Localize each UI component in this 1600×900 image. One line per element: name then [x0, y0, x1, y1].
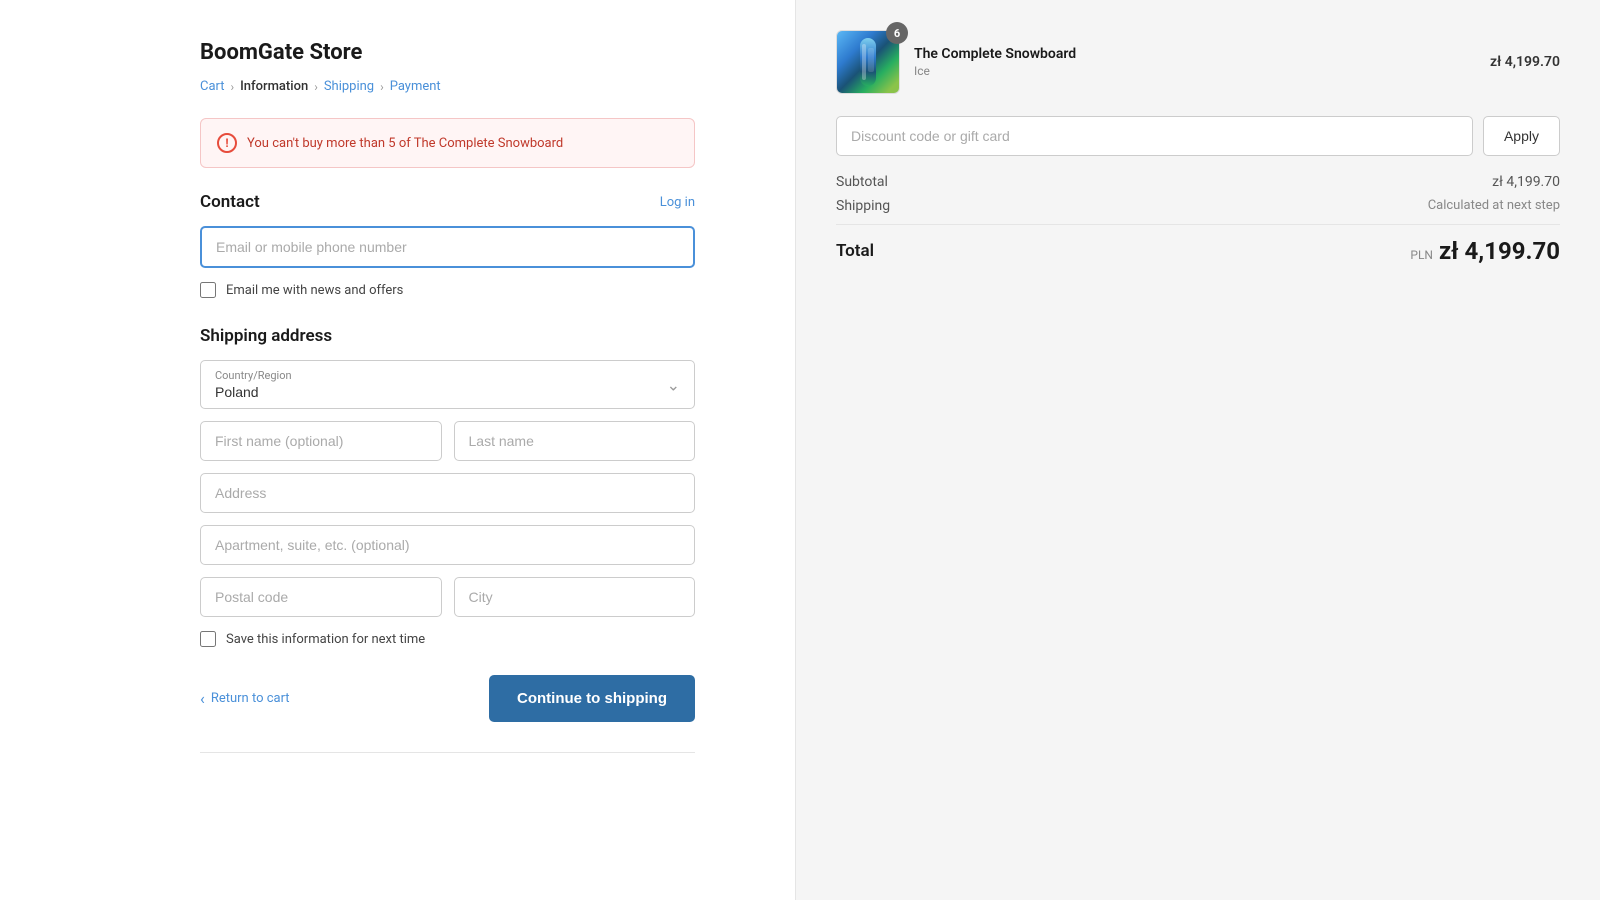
bottom-divider — [200, 752, 695, 753]
subtotal-value: zł 4,199.70 — [1492, 174, 1560, 190]
apply-button[interactable]: Apply — [1483, 116, 1560, 156]
city-field[interactable] — [454, 577, 696, 617]
action-row: ‹ Return to cart Continue to shipping — [200, 675, 695, 722]
breadcrumb-payment[interactable]: Payment — [390, 79, 441, 94]
country-label: Country/Region — [201, 361, 694, 382]
product-image-wrapper: 6 — [836, 30, 900, 94]
total-label: Total — [836, 241, 874, 261]
product-quantity-badge: 6 — [886, 22, 908, 44]
first-name-field[interactable] — [200, 421, 442, 461]
total-right: PLN zł 4,199.70 — [1410, 237, 1560, 265]
breadcrumb-information[interactable]: Information — [240, 79, 308, 94]
error-icon: ! — [217, 133, 237, 153]
email-field[interactable] — [200, 226, 695, 268]
return-label: Return to cart — [211, 691, 290, 706]
shipping-label: Shipping — [836, 198, 890, 214]
name-row — [200, 421, 695, 461]
total-line: Total PLN zł 4,199.70 — [836, 224, 1560, 265]
apartment-row — [200, 525, 695, 565]
shipping-title: Shipping address — [200, 326, 695, 346]
subtotal-label: Subtotal — [836, 174, 888, 190]
subtotal-line: Subtotal zł 4,199.70 — [836, 174, 1560, 190]
log-in-link[interactable]: Log in — [660, 195, 695, 210]
product-price: zł 4,199.70 — [1490, 54, 1560, 70]
total-amount: zł 4,199.70 — [1439, 237, 1560, 265]
breadcrumb-sep-2: › — [314, 80, 318, 94]
address-row — [200, 473, 695, 513]
last-name-field[interactable] — [454, 421, 696, 461]
product-name: The Complete Snowboard — [914, 46, 1476, 62]
newsletter-checkbox[interactable] — [200, 282, 216, 298]
breadcrumb-cart[interactable]: Cart — [200, 79, 225, 94]
right-panel: 6 The Complete Snowboard Ice zł 4,199.70… — [795, 0, 1600, 900]
save-info-row: Save this information for next time — [200, 631, 695, 647]
continue-to-shipping-button[interactable]: Continue to shipping — [489, 675, 695, 722]
chevron-left-icon: ‹ — [200, 689, 205, 708]
store-name: BoomGate Store — [200, 40, 695, 65]
breadcrumb-sep-3: › — [380, 80, 384, 94]
country-select-wrapper[interactable]: Country/Region Poland Germany France ⌄ — [200, 360, 695, 409]
breadcrumb: Cart › Information › Shipping › Payment — [200, 79, 695, 94]
total-currency: PLN — [1410, 248, 1433, 262]
left-panel: BoomGate Store Cart › Information › Ship… — [0, 0, 795, 900]
save-info-label: Save this information for next time — [226, 632, 425, 647]
discount-row: Apply — [836, 116, 1560, 156]
error-banner: ! You can't buy more than 5 of The Compl… — [200, 118, 695, 168]
shipping-value: Calculated at next step — [1428, 198, 1560, 214]
postal-city-row — [200, 577, 695, 617]
country-select[interactable]: Poland Germany France — [201, 382, 694, 408]
apartment-field[interactable] — [200, 525, 695, 565]
postal-code-field[interactable] — [200, 577, 442, 617]
contact-title: Contact — [200, 192, 260, 212]
shipping-line: Shipping Calculated at next step — [836, 198, 1560, 214]
newsletter-label: Email me with news and offers — [226, 283, 403, 298]
error-message: You can't buy more than 5 of The Complet… — [247, 136, 563, 151]
contact-header: Contact Log in — [200, 192, 695, 212]
product-info: The Complete Snowboard Ice — [914, 46, 1476, 78]
snowboard-svg — [840, 34, 896, 90]
discount-input[interactable] — [836, 116, 1473, 156]
return-to-cart-link[interactable]: ‹ Return to cart — [200, 689, 290, 708]
breadcrumb-shipping[interactable]: Shipping — [324, 79, 374, 94]
address-field[interactable] — [200, 473, 695, 513]
product-variant: Ice — [914, 64, 1476, 78]
save-info-checkbox[interactable] — [200, 631, 216, 647]
breadcrumb-sep-1: › — [231, 80, 235, 94]
product-row: 6 The Complete Snowboard Ice zł 4,199.70 — [836, 30, 1560, 94]
shipping-address-section: Shipping address Country/Region Poland G… — [200, 326, 695, 647]
newsletter-row: Email me with news and offers — [200, 282, 695, 298]
